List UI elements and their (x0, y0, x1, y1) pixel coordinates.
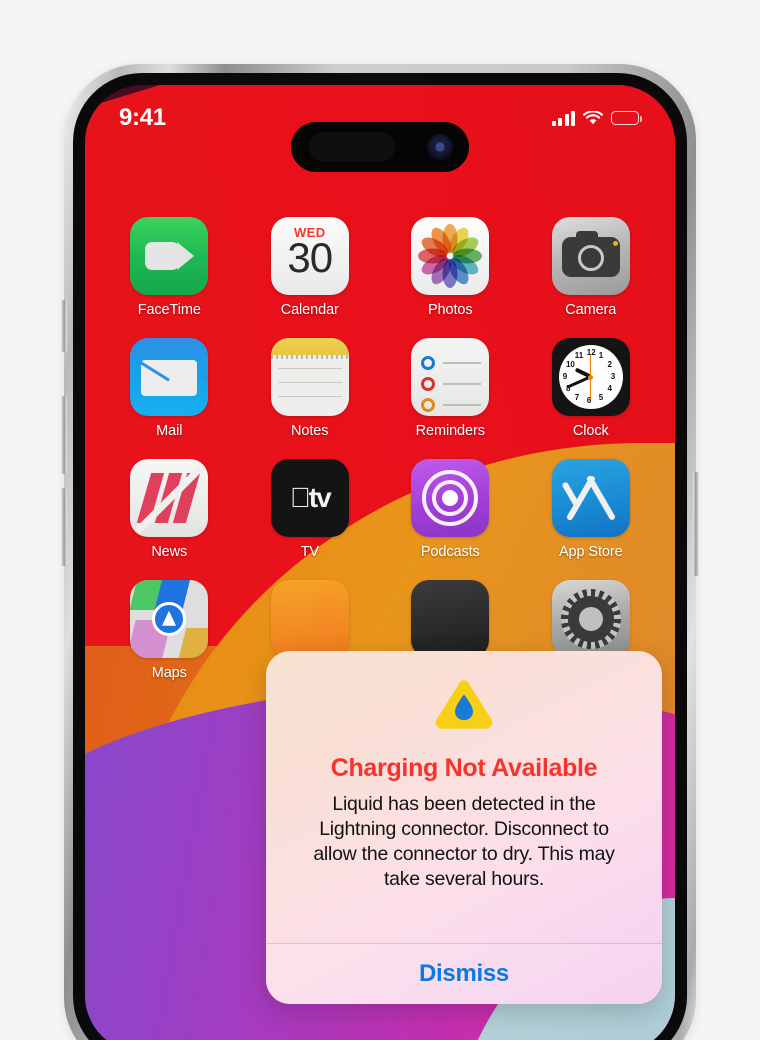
clock-icon: 12 1 2 3 4 5 6 7 8 9 10 11 (551, 338, 630, 416)
maps-icon (130, 580, 209, 658)
home-app-icon (270, 580, 349, 658)
clock-numeral: 6 (586, 396, 592, 405)
app-clock[interactable]: 12 1 2 3 4 5 6 7 8 9 10 11 Clock (539, 338, 643, 439)
clock-numeral: 2 (607, 360, 612, 369)
liquid-detected-warning-icon (435, 680, 493, 729)
side-power-button[interactable] (693, 472, 700, 576)
app-label: Camera (565, 302, 617, 318)
alert-message: Liquid has been detected in the Lightnin… (313, 793, 615, 891)
reminders-icon (411, 338, 490, 416)
front-camera-icon (427, 134, 453, 160)
status-bar-indicators (551, 105, 642, 126)
battery-icon (611, 111, 642, 125)
app-label: Maps (151, 665, 187, 681)
app-label: Notes (291, 423, 329, 439)
app-label: Photos (427, 302, 473, 318)
phone-screen: 9:41 FaceTime WED 30 Calendar Photos Cam… (85, 85, 675, 1040)
app-notes[interactable]: Notes (258, 338, 362, 439)
settings-icon (551, 580, 630, 658)
status-bar-time: 9:41 (119, 104, 166, 131)
reminders-row (421, 356, 482, 370)
alert-body: Charging Not Available Liquid has been d… (266, 651, 662, 893)
clock-numeral: 8 (565, 384, 571, 393)
photos-icon (411, 217, 490, 295)
app-facetime[interactable]: FaceTime (117, 217, 221, 318)
clock-numeral: 10 (565, 360, 575, 369)
facetime-icon (130, 217, 209, 295)
podcasts-icon (411, 459, 490, 537)
clock-numeral: 5 (598, 392, 604, 402)
app-label: Reminders (415, 423, 485, 439)
app-podcasts[interactable]: Podcasts (398, 459, 502, 560)
clock-numeral: 3 (610, 372, 616, 381)
app-label: TV (300, 544, 319, 560)
app-label: Calendar (280, 302, 339, 318)
notes-line (277, 396, 342, 398)
clock-numeral: 12 (586, 348, 596, 357)
notes-line (277, 382, 342, 384)
app-row: FaceTime WED 30 Calendar Photos Camera (85, 217, 675, 318)
camera-icon (551, 217, 630, 295)
action-button[interactable] (60, 300, 67, 352)
notes-icon (270, 338, 349, 416)
app-label: Mail (156, 423, 183, 439)
volume-down-button[interactable] (60, 488, 67, 566)
mail-icon (130, 338, 209, 416)
calendar-icon: WED 30 (270, 217, 349, 295)
app-mail[interactable]: Mail (117, 338, 221, 439)
reminders-row (421, 398, 482, 412)
clock-numeral: 7 (574, 392, 580, 402)
app-news[interactable]: News (117, 459, 221, 560)
reminders-row (421, 377, 482, 391)
volume-up-button[interactable] (60, 396, 67, 474)
charging-not-available-alert: Charging Not Available Liquid has been d… (266, 651, 662, 1004)
app-app-store[interactable]: App Store (539, 459, 643, 560)
app-calendar[interactable]: WED 30 Calendar (258, 217, 362, 318)
home-screen-grid: FaceTime WED 30 Calendar Photos Camera M… (85, 217, 675, 701)
dynamic-island[interactable] (291, 122, 469, 172)
app-label: App Store (558, 544, 623, 560)
app-label: Podcasts (420, 544, 480, 560)
alert-title: Charging Not Available (330, 754, 598, 782)
app-label: FaceTime (137, 302, 201, 318)
app-maps[interactable]: Maps (117, 580, 221, 681)
calendar-day: 30 (287, 234, 333, 281)
app-store-icon (551, 459, 630, 537)
clock-numeral: 11 (574, 351, 584, 361)
app-label: Clock (572, 423, 609, 439)
app-row: Mail Notes Reminders 12 1 2 3 4 5 6 7 8 9 10 11 Clo… (85, 338, 675, 439)
signal-bars-icon (551, 110, 575, 126)
dismiss-button[interactable]: Dismiss (266, 944, 662, 1004)
clock-numeral: 4 (607, 384, 612, 393)
speaker-slot-icon (309, 132, 395, 162)
app-label: News (151, 544, 188, 560)
app-camera[interactable]: Camera (539, 217, 643, 318)
news-icon (130, 459, 209, 537)
clock-numeral: 9 (562, 372, 568, 381)
wifi-icon (583, 110, 603, 124)
app-reminders[interactable]: Reminders (398, 338, 502, 439)
app-row: News tv TV Podcasts App Store (85, 459, 675, 560)
app-tv[interactable]: tv TV (258, 459, 362, 560)
wallet-icon (411, 580, 490, 658)
app-photos[interactable]: Photos (398, 217, 502, 318)
apple-tv-icon: tv (270, 459, 349, 537)
notes-line (277, 368, 342, 370)
clock-numeral: 1 (598, 351, 604, 361)
